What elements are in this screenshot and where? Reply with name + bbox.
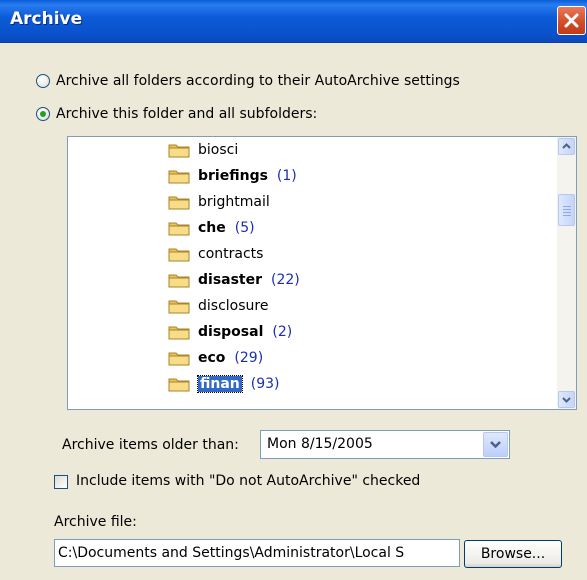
- tree-item[interactable]: biosci: [168, 138, 238, 162]
- folder-name: briefings: [198, 168, 268, 184]
- tree-item[interactable]: eco (29): [168, 346, 263, 370]
- title-bar[interactable]: Archive: [0, 0, 587, 43]
- folder-icon: [168, 248, 190, 262]
- scroll-up-button[interactable]: [558, 138, 575, 155]
- window-title: Archive: [10, 9, 83, 29]
- unread-count: (1): [276, 168, 297, 184]
- tree-item[interactable]: briefings (1): [168, 164, 297, 188]
- close-button[interactable]: [557, 6, 586, 35]
- tree-item[interactable]: finan (93): [168, 372, 280, 396]
- tree-item[interactable]: brightmail: [168, 190, 270, 214]
- close-icon: [564, 13, 579, 28]
- archive-this-option[interactable]: Archive this folder and all subfolders:: [36, 104, 317, 124]
- chevron-up-icon: [562, 143, 571, 149]
- tree-item[interactable]: disposal (2): [168, 320, 292, 344]
- tree-item[interactable]: disaster (22): [168, 268, 300, 292]
- archive-this-radio[interactable]: [36, 107, 50, 121]
- scroll-thumb[interactable]: [558, 194, 575, 226]
- chevron-down-icon: [490, 441, 501, 449]
- tree-item[interactable]: contracts: [168, 242, 263, 266]
- folder-name: biosci: [198, 142, 239, 158]
- older-than-dropdown[interactable]: Mon 8/15/2005: [260, 430, 510, 459]
- folder-name: che: [198, 220, 226, 236]
- archive-this-label: Archive this folder and all subfolders:: [56, 106, 318, 122]
- folder-name: disclosure: [198, 298, 269, 314]
- folder-icon: [168, 352, 190, 366]
- unread-count: (29): [234, 350, 264, 366]
- unread-count: (93): [250, 376, 280, 392]
- folder-name: disposal: [198, 324, 264, 340]
- folder-icon: [168, 196, 190, 210]
- archive-all-option[interactable]: Archive all folders according to their A…: [36, 71, 460, 91]
- archive-file-path: C:\Documents and Settings\Administrator\…: [58, 545, 405, 561]
- folder-name: contracts: [198, 246, 264, 262]
- archive-file-input[interactable]: C:\Documents and Settings\Administrator\…: [54, 539, 460, 567]
- chevron-down-icon: [562, 397, 571, 403]
- archive-all-radio[interactable]: [36, 74, 50, 88]
- folder-icon: [168, 144, 190, 158]
- folder-icon: [168, 326, 190, 340]
- older-than-value: Mon 8/15/2005: [267, 436, 373, 452]
- browse-button[interactable]: Browse...: [464, 540, 562, 568]
- include-checkbox[interactable]: [54, 475, 68, 489]
- tree-item[interactable]: disclosure: [168, 294, 268, 318]
- archive-all-label: Archive all folders according to their A…: [56, 73, 460, 89]
- folder-icon: [168, 170, 190, 184]
- folder-tree[interactable]: biosci briefings (1) brightmail che (5) contra…: [67, 136, 577, 410]
- dropdown-button[interactable]: [483, 432, 508, 457]
- tree-item[interactable]: che (5): [168, 216, 255, 240]
- folder-icon: [168, 222, 190, 236]
- unread-count: (5): [234, 220, 255, 236]
- archive-file-label: Archive file:: [54, 514, 137, 530]
- folder-name: brightmail: [198, 194, 270, 210]
- folder-icon: [168, 300, 190, 314]
- folder-icon: [168, 378, 190, 392]
- folder-name: finan: [197, 375, 243, 393]
- unread-count: (2): [272, 324, 293, 340]
- include-checkbox-label: Include items with "Do not AutoArchive" …: [76, 473, 421, 489]
- vertical-scrollbar[interactable]: [557, 137, 576, 409]
- folder-name: disaster: [198, 272, 263, 288]
- folder-icon: [168, 274, 190, 288]
- folder-name: eco: [198, 350, 226, 366]
- scroll-down-button[interactable]: [558, 391, 575, 408]
- unread-count: (22): [271, 272, 300, 288]
- older-than-label: Archive items older than:: [62, 437, 239, 453]
